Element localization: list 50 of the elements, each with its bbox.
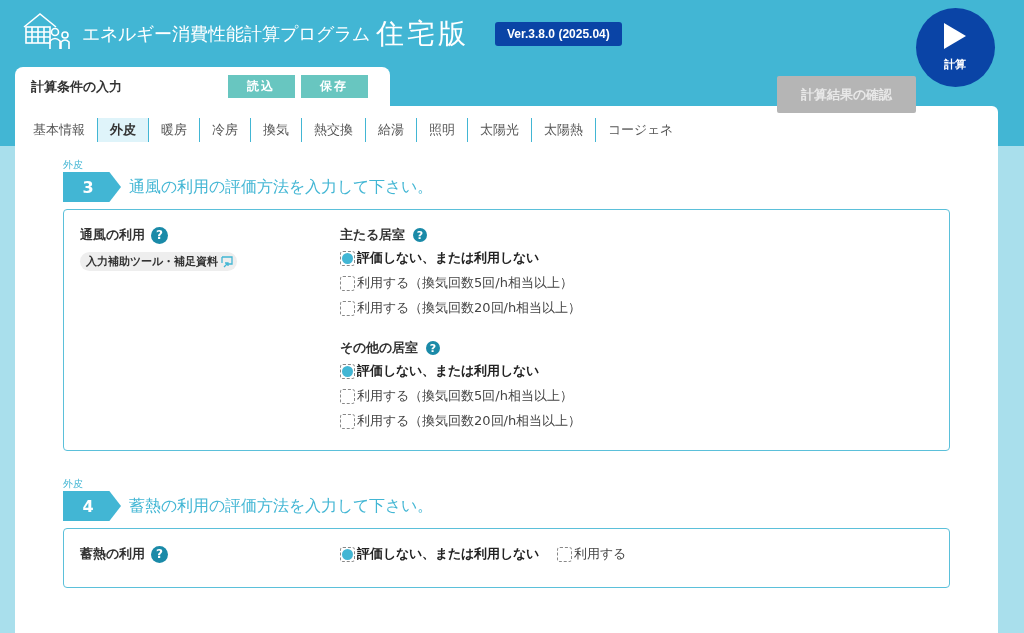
chat-window-icon — [221, 255, 233, 268]
radio-button[interactable] — [340, 413, 355, 429]
help-icon[interactable]: ? — [151, 545, 168, 563]
section-category: 外皮 — [63, 477, 84, 491]
step-number-badge: 4 — [63, 491, 121, 521]
category-tab[interactable]: 換気 — [250, 118, 301, 142]
help-tool-link[interactable]: 入力補助ツール・補足資料 — [80, 252, 237, 271]
version-badge: Ver.3.8.0 (2025.04) — [495, 21, 622, 46]
option-label[interactable]: 利用する（換気回数5回/h相当以上） — [357, 387, 573, 405]
help-icon[interactable]: ? — [426, 341, 440, 355]
category-tab[interactable]: コージェネ — [595, 118, 685, 142]
group-label: 主たる居室 — [340, 226, 405, 244]
option-label[interactable]: 利用する（換気回数20回/h相当以上） — [357, 412, 582, 430]
radio-button[interactable] — [340, 546, 355, 562]
radio-button[interactable] — [340, 275, 355, 291]
radio-button[interactable] — [340, 250, 355, 266]
category-tab[interactable]: 太陽光 — [467, 118, 531, 142]
edition-title: 住宅版 — [376, 15, 469, 52]
category-tab[interactable]: 照明 — [416, 118, 467, 142]
field-label: 通風の利用 — [80, 226, 145, 244]
radio-button[interactable] — [340, 388, 355, 404]
play-icon — [943, 23, 966, 49]
category-tab[interactable]: 基本情報 — [33, 118, 97, 142]
help-icon[interactable]: ? — [413, 228, 427, 242]
step-number-badge: 3 — [63, 172, 121, 202]
radio-button[interactable] — [340, 363, 355, 379]
category-tab[interactable]: 太陽熱 — [531, 118, 595, 142]
help-icon[interactable]: ? — [151, 226, 168, 244]
category-tab[interactable]: 外皮 — [97, 118, 148, 142]
option-label[interactable]: 利用する — [574, 545, 626, 563]
radio-button[interactable] — [340, 300, 355, 316]
option-label[interactable]: 評価しない、または利用しない — [357, 249, 539, 267]
option-label[interactable]: 利用する（換気回数20回/h相当以上） — [357, 299, 582, 317]
house-family-logo-icon — [22, 10, 72, 51]
calculate-button[interactable]: 計算 — [916, 8, 995, 87]
category-tab[interactable]: 冷房 — [199, 118, 250, 142]
category-tab[interactable]: 給湯 — [365, 118, 416, 142]
app-title: エネルギー消費性能計算プログラム — [82, 21, 370, 46]
option-label[interactable]: 利用する（換気回数5回/h相当以上） — [357, 274, 573, 292]
category-tab[interactable]: 暖房 — [148, 118, 199, 142]
panel-title: 計算条件の入力 — [31, 77, 123, 96]
group-label: その他の居室 — [340, 339, 418, 357]
field-label: 蓄熱の利用 — [80, 545, 145, 563]
section-title: 通風の利用の評価方法を入力して下さい。 — [129, 176, 433, 198]
option-label[interactable]: 評価しない、または利用しない — [357, 545, 539, 563]
radio-button[interactable] — [557, 546, 572, 562]
option-label[interactable]: 評価しない、または利用しない — [357, 362, 539, 380]
section-category: 外皮 — [63, 158, 84, 172]
section-title: 蓄熱の利用の評価方法を入力して下さい。 — [129, 495, 433, 517]
category-tab[interactable]: 熱交換 — [301, 118, 365, 142]
